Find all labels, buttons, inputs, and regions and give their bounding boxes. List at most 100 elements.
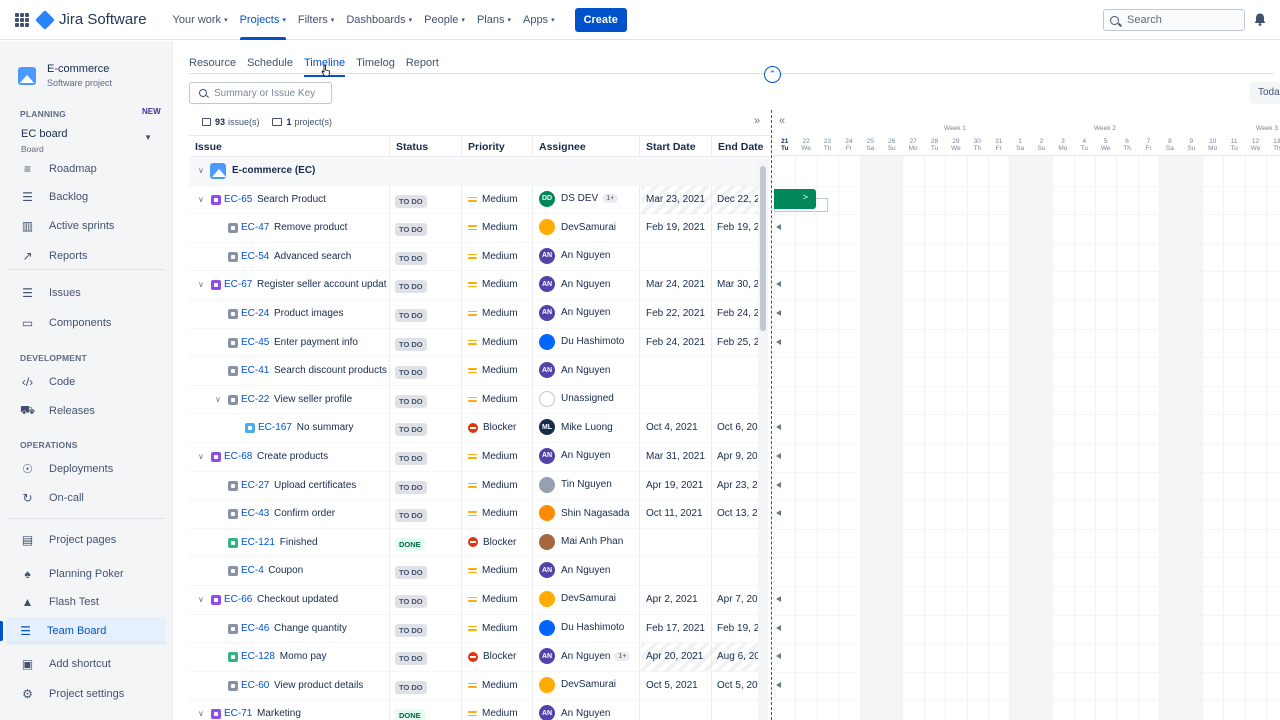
sidebar-item-components[interactable]: ▭ Components: [20, 312, 112, 334]
end-date[interactable]: Oct 6, 20: [717, 422, 759, 433]
status-badge[interactable]: TO DO: [395, 251, 427, 265]
end-date[interactable]: Mar 30, 2: [717, 279, 759, 290]
priority[interactable]: Medium: [468, 708, 518, 719]
assignee[interactable]: DevSamurai: [539, 219, 616, 236]
table-row[interactable]: EC-46 Change quantity TO DO Medium Du Hashim…: [189, 615, 770, 644]
issue-key[interactable]: EC-121: [241, 537, 275, 548]
issue-summary[interactable]: Change quantity: [274, 623, 387, 634]
status-badge[interactable]: TO DO: [395, 280, 427, 294]
sidebar-item-add-shortcut[interactable]: ▣ Add shortcut: [20, 653, 111, 675]
issue-summary[interactable]: Enter payment info: [274, 337, 387, 348]
issue-summary[interactable]: Product images: [274, 308, 387, 319]
table-row[interactable]: ∨ EC-22 View seller profile TO DO Medium Unas…: [189, 386, 770, 415]
sidebar-item-project-pages[interactable]: ▤ Project pages: [20, 529, 116, 551]
status-badge[interactable]: TO DO: [395, 423, 427, 437]
priority[interactable]: Medium: [468, 594, 518, 605]
issue-key[interactable]: EC-4: [241, 565, 264, 576]
start-date[interactable]: Mar 31, 2021: [646, 451, 705, 462]
sidebar-item-backlog[interactable]: ☰ Backlog: [20, 186, 88, 208]
priority[interactable]: Blocker: [468, 537, 516, 548]
issue-summary[interactable]: Advanced search: [274, 251, 387, 262]
sidebar-item-team-board[interactable]: ☰ Team Board: [0, 617, 166, 645]
status-badge[interactable]: TO DO: [395, 223, 427, 237]
table-row[interactable]: EC-128 Momo pay TO DO Blocker AN An Nguyen 1+ A…: [189, 643, 770, 672]
sidebar-item-roadmap[interactable]: ≡ Roadmap: [20, 158, 97, 180]
end-date[interactable]: Apr 23, 2: [717, 480, 759, 491]
column-header-assignee[interactable]: Assignee: [539, 141, 586, 153]
table-row[interactable]: EC-43 Confirm order TO DO Medium Shin Nagasa…: [189, 500, 770, 529]
issue-summary[interactable]: No summary: [297, 422, 387, 433]
tab-resource[interactable]: Resource: [189, 57, 236, 73]
table-row[interactable]: EC-54 Advanced search TO DO Medium AN An Nguy…: [189, 243, 770, 272]
issue-key[interactable]: EC-167: [258, 422, 292, 433]
column-header-priority[interactable]: Priority: [468, 141, 505, 153]
issue-key[interactable]: EC-65: [224, 194, 252, 205]
issue-key[interactable]: EC-24: [241, 308, 269, 319]
issue-key[interactable]: EC-27: [241, 480, 269, 491]
priority[interactable]: Medium: [468, 394, 518, 405]
project-group-row[interactable]: ∨ E-commerce (EC): [189, 157, 770, 186]
issue-key[interactable]: EC-41: [241, 365, 269, 376]
start-date[interactable]: Feb 17, 2021: [646, 623, 705, 634]
table-row[interactable]: ∨ EC-67 Register seller account update TO D…: [189, 271, 770, 300]
table-row[interactable]: EC-45 Enter payment info TO DO Medium Du Has…: [189, 329, 770, 358]
assignee[interactable]: AN An Nguyen: [539, 304, 610, 321]
global-search-input[interactable]: Search: [1103, 9, 1245, 31]
start-date[interactable]: Mar 24, 2021: [646, 279, 705, 290]
issue-summary[interactable]: Finished: [280, 537, 387, 548]
offscreen-left-arrow-icon[interactable]: [776, 596, 781, 602]
assignee[interactable]: AN An Nguyen: [539, 447, 610, 464]
assignee[interactable]: Unassigned: [539, 390, 614, 407]
priority[interactable]: Medium: [468, 222, 518, 233]
assignee[interactable]: AN An Nguyen: [539, 705, 610, 720]
end-date[interactable]: Oct 5, 20: [717, 680, 759, 691]
tab-schedule[interactable]: Schedule: [247, 57, 293, 73]
issue-key[interactable]: EC-43: [241, 508, 269, 519]
nav-item-people[interactable]: People ▾: [418, 0, 471, 40]
offscreen-left-arrow-icon[interactable]: [776, 481, 781, 488]
today-button[interactable]: Toda: [1250, 82, 1280, 104]
issue-key[interactable]: EC-66: [224, 594, 252, 605]
end-date[interactable]: Apr 7, 20: [717, 594, 759, 605]
priority[interactable]: Medium: [468, 623, 518, 634]
issue-key[interactable]: EC-60: [241, 680, 269, 691]
status-badge[interactable]: TO DO: [395, 308, 427, 322]
priority[interactable]: Medium: [468, 680, 518, 691]
status-badge[interactable]: TO DO: [395, 623, 427, 637]
priority[interactable]: Medium: [468, 565, 518, 576]
table-row[interactable]: EC-167 No summary TO DO Blocker ML Mike Luong…: [189, 414, 770, 443]
assignee[interactable]: Du Hashimoto: [539, 333, 624, 350]
assignee[interactable]: Tin Nguyen: [539, 476, 612, 493]
table-row[interactable]: EC-27 Upload certificates TO DO Medium Tin N…: [189, 472, 770, 501]
column-header-end-date[interactable]: End Date: [718, 141, 764, 153]
start-date[interactable]: Apr 19, 2021: [646, 480, 703, 491]
issue-key[interactable]: EC-71: [224, 708, 252, 719]
assignee[interactable]: Mai Anh Phan: [539, 533, 623, 550]
assignee[interactable]: AN An Nguyen: [539, 562, 610, 579]
jira-logo[interactable]: Jira Software: [35, 9, 147, 30]
issue-summary[interactable]: Register seller account update: [257, 279, 387, 290]
sidebar-item-issues[interactable]: ☰ Issues: [20, 282, 81, 304]
issue-summary[interactable]: View seller profile: [274, 394, 387, 405]
priority[interactable]: Blocker: [468, 422, 516, 433]
table-row[interactable]: EC-47 Remove product TO DO Medium DevSamurai…: [189, 214, 770, 243]
start-date[interactable]: Apr 20, 2021: [646, 651, 703, 662]
table-row[interactable]: EC-41 Search discount products TO DO Medium…: [189, 357, 770, 386]
start-date[interactable]: Oct 4, 2021: [646, 422, 698, 433]
issue-key[interactable]: EC-47: [241, 222, 269, 233]
offscreen-left-arrow-icon[interactable]: [776, 424, 781, 431]
priority[interactable]: Medium: [468, 508, 518, 519]
table-row[interactable]: EC-24 Product images TO DO Medium AN An Nguye…: [189, 300, 770, 329]
column-header-start-date[interactable]: Start Date: [646, 141, 696, 153]
start-date[interactable]: Mar 23, 2021: [646, 194, 705, 205]
end-date[interactable]: Oct 13, 2: [717, 508, 759, 519]
issue-summary[interactable]: Checkout updated: [257, 594, 387, 605]
priority[interactable]: Medium: [468, 308, 518, 319]
nav-item-dashboards[interactable]: Dashboards ▾: [340, 0, 418, 40]
table-row[interactable]: ∨ EC-65 Search Product TO DO Medium DD DS DEV 1…: [189, 185, 770, 215]
column-header-issue[interactable]: Issue: [195, 141, 222, 153]
issue-summary[interactable]: Coupon: [268, 565, 387, 576]
issue-key[interactable]: EC-67: [224, 279, 252, 290]
offscreen-left-arrow-icon[interactable]: [776, 681, 781, 688]
table-scrollbar[interactable]: [758, 160, 768, 720]
